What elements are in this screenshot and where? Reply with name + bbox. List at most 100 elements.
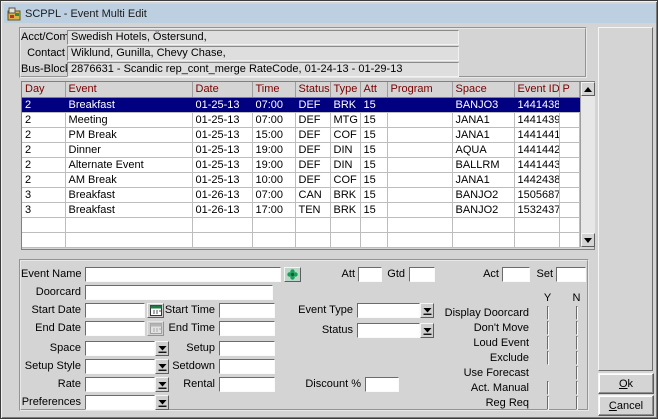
cell[interactable]: 2 bbox=[22, 97, 65, 112]
cell[interactable]: BANJO2 bbox=[452, 187, 514, 202]
rental-input[interactable] bbox=[219, 377, 275, 392]
rate-input[interactable] bbox=[85, 377, 155, 392]
act-manual-no-checkbox[interactable] bbox=[576, 381, 578, 395]
cell[interactable]: JANA1 bbox=[452, 127, 514, 142]
cell[interactable]: 01-25-13 bbox=[192, 142, 252, 157]
cell[interactable] bbox=[559, 172, 579, 187]
cell[interactable]: DEF bbox=[295, 157, 330, 172]
cell[interactable]: DIN bbox=[330, 142, 360, 157]
cell[interactable]: 07:00 bbox=[252, 112, 295, 127]
doorcard-input[interactable] bbox=[85, 285, 273, 300]
cell[interactable]: 15 bbox=[360, 202, 387, 217]
title-bar[interactable]: SCPPL - Event Multi Edit bbox=[4, 4, 656, 23]
event-name-lookup-button[interactable] bbox=[284, 267, 301, 282]
cell[interactable]: 1505687 bbox=[514, 187, 559, 202]
use-forecast-no-checkbox[interactable] bbox=[576, 366, 578, 380]
cell[interactable]: 1441439 bbox=[514, 112, 559, 127]
loud-event-yes-checkbox[interactable] bbox=[547, 336, 549, 350]
cell[interactable]: DEF bbox=[295, 127, 330, 142]
set-input[interactable] bbox=[556, 267, 586, 282]
cell[interactable]: BANJO3 bbox=[452, 97, 514, 112]
cell[interactable] bbox=[360, 232, 387, 247]
cell[interactable]: 07:00 bbox=[252, 187, 295, 202]
end-date-input[interactable] bbox=[85, 321, 145, 336]
cell[interactable] bbox=[559, 112, 579, 127]
cell[interactable] bbox=[387, 202, 452, 217]
cell[interactable]: JANA1 bbox=[452, 172, 514, 187]
act-manual-yes-checkbox[interactable] bbox=[547, 381, 549, 395]
cell[interactable]: AQUA bbox=[452, 142, 514, 157]
cell[interactable]: 2 bbox=[22, 112, 65, 127]
cell[interactable]: JANA1 bbox=[452, 112, 514, 127]
cell[interactable]: Dinner bbox=[65, 142, 192, 157]
cell[interactable]: 19:00 bbox=[252, 142, 295, 157]
discount-input[interactable] bbox=[365, 377, 399, 392]
setup-input[interactable] bbox=[219, 341, 275, 356]
cell[interactable] bbox=[559, 202, 579, 217]
cell[interactable]: COF bbox=[330, 127, 360, 142]
cell[interactable] bbox=[192, 232, 252, 247]
cell[interactable] bbox=[252, 232, 295, 247]
cell[interactable]: 10:00 bbox=[252, 172, 295, 187]
cell[interactable] bbox=[387, 127, 452, 142]
cell[interactable]: Breakfast bbox=[65, 187, 192, 202]
cell[interactable]: 15 bbox=[360, 112, 387, 127]
cell[interactable]: 15 bbox=[360, 97, 387, 112]
cell[interactable]: 01-25-13 bbox=[192, 127, 252, 142]
cell[interactable]: 01-25-13 bbox=[192, 97, 252, 112]
cell[interactable]: 1442438 bbox=[514, 172, 559, 187]
cell[interactable]: BRK bbox=[330, 97, 360, 112]
cell[interactable] bbox=[452, 232, 514, 247]
cell[interactable]: DEF bbox=[295, 112, 330, 127]
cell[interactable]: COF bbox=[330, 172, 360, 187]
cell[interactable]: Breakfast bbox=[65, 97, 192, 112]
cell[interactable]: Meeting bbox=[65, 112, 192, 127]
cell[interactable] bbox=[387, 112, 452, 127]
reg-req-yes-checkbox[interactable] bbox=[547, 396, 549, 410]
cell[interactable]: 17:00 bbox=[252, 202, 295, 217]
start-date-input[interactable] bbox=[85, 303, 145, 318]
cell[interactable]: DEF bbox=[295, 172, 330, 187]
start-time-input[interactable] bbox=[219, 303, 275, 318]
cell[interactable]: 2 bbox=[22, 172, 65, 187]
cell[interactable] bbox=[514, 232, 559, 247]
cell[interactable] bbox=[559, 157, 579, 172]
cell[interactable]: 15 bbox=[360, 172, 387, 187]
cell[interactable] bbox=[330, 217, 360, 232]
cell[interactable]: CAN bbox=[295, 187, 330, 202]
cell[interactable] bbox=[387, 232, 452, 247]
dont-move-no-checkbox[interactable] bbox=[576, 321, 578, 335]
cell[interactable] bbox=[559, 232, 579, 247]
table-row[interactable]: 2Alternate Event01-25-1319:00DEFDIN15BAL… bbox=[22, 157, 579, 172]
cell[interactable]: 15 bbox=[360, 187, 387, 202]
cell[interactable] bbox=[330, 232, 360, 247]
cell[interactable] bbox=[65, 232, 192, 247]
table-row[interactable]: 2Dinner01-25-1319:00DEFDIN15AQUA1441442 bbox=[22, 142, 579, 157]
cell[interactable]: 15 bbox=[360, 127, 387, 142]
cell[interactable] bbox=[387, 187, 452, 202]
cell[interactable] bbox=[559, 187, 579, 202]
empty-table-row[interactable] bbox=[22, 232, 579, 247]
event-name-input[interactable] bbox=[85, 267, 281, 282]
cell[interactable]: PM Break bbox=[65, 127, 192, 142]
loud-event-no-checkbox[interactable] bbox=[576, 336, 578, 350]
cell[interactable]: TEN bbox=[295, 202, 330, 217]
cell[interactable] bbox=[252, 217, 295, 232]
reg-req-no-checkbox[interactable] bbox=[576, 396, 578, 410]
cell[interactable]: 15 bbox=[360, 157, 387, 172]
cell[interactable] bbox=[22, 217, 65, 232]
cell[interactable]: Breakfast bbox=[65, 202, 192, 217]
table-row[interactable]: 3Breakfast01-26-1317:00TENBRK15BANJO2153… bbox=[22, 202, 579, 217]
cell[interactable] bbox=[295, 232, 330, 247]
space-input[interactable] bbox=[85, 341, 155, 356]
cell[interactable] bbox=[559, 97, 579, 112]
cell[interactable]: AM Break bbox=[65, 172, 192, 187]
cell[interactable] bbox=[559, 127, 579, 142]
cell[interactable]: 1441442 bbox=[514, 142, 559, 157]
cell[interactable]: 01-26-13 bbox=[192, 187, 252, 202]
dont-move-yes-checkbox[interactable] bbox=[547, 321, 549, 335]
cell[interactable]: BANJO2 bbox=[452, 202, 514, 217]
setdown-input[interactable] bbox=[219, 359, 275, 374]
cell[interactable]: 1441441 bbox=[514, 127, 559, 142]
cell[interactable] bbox=[65, 217, 192, 232]
